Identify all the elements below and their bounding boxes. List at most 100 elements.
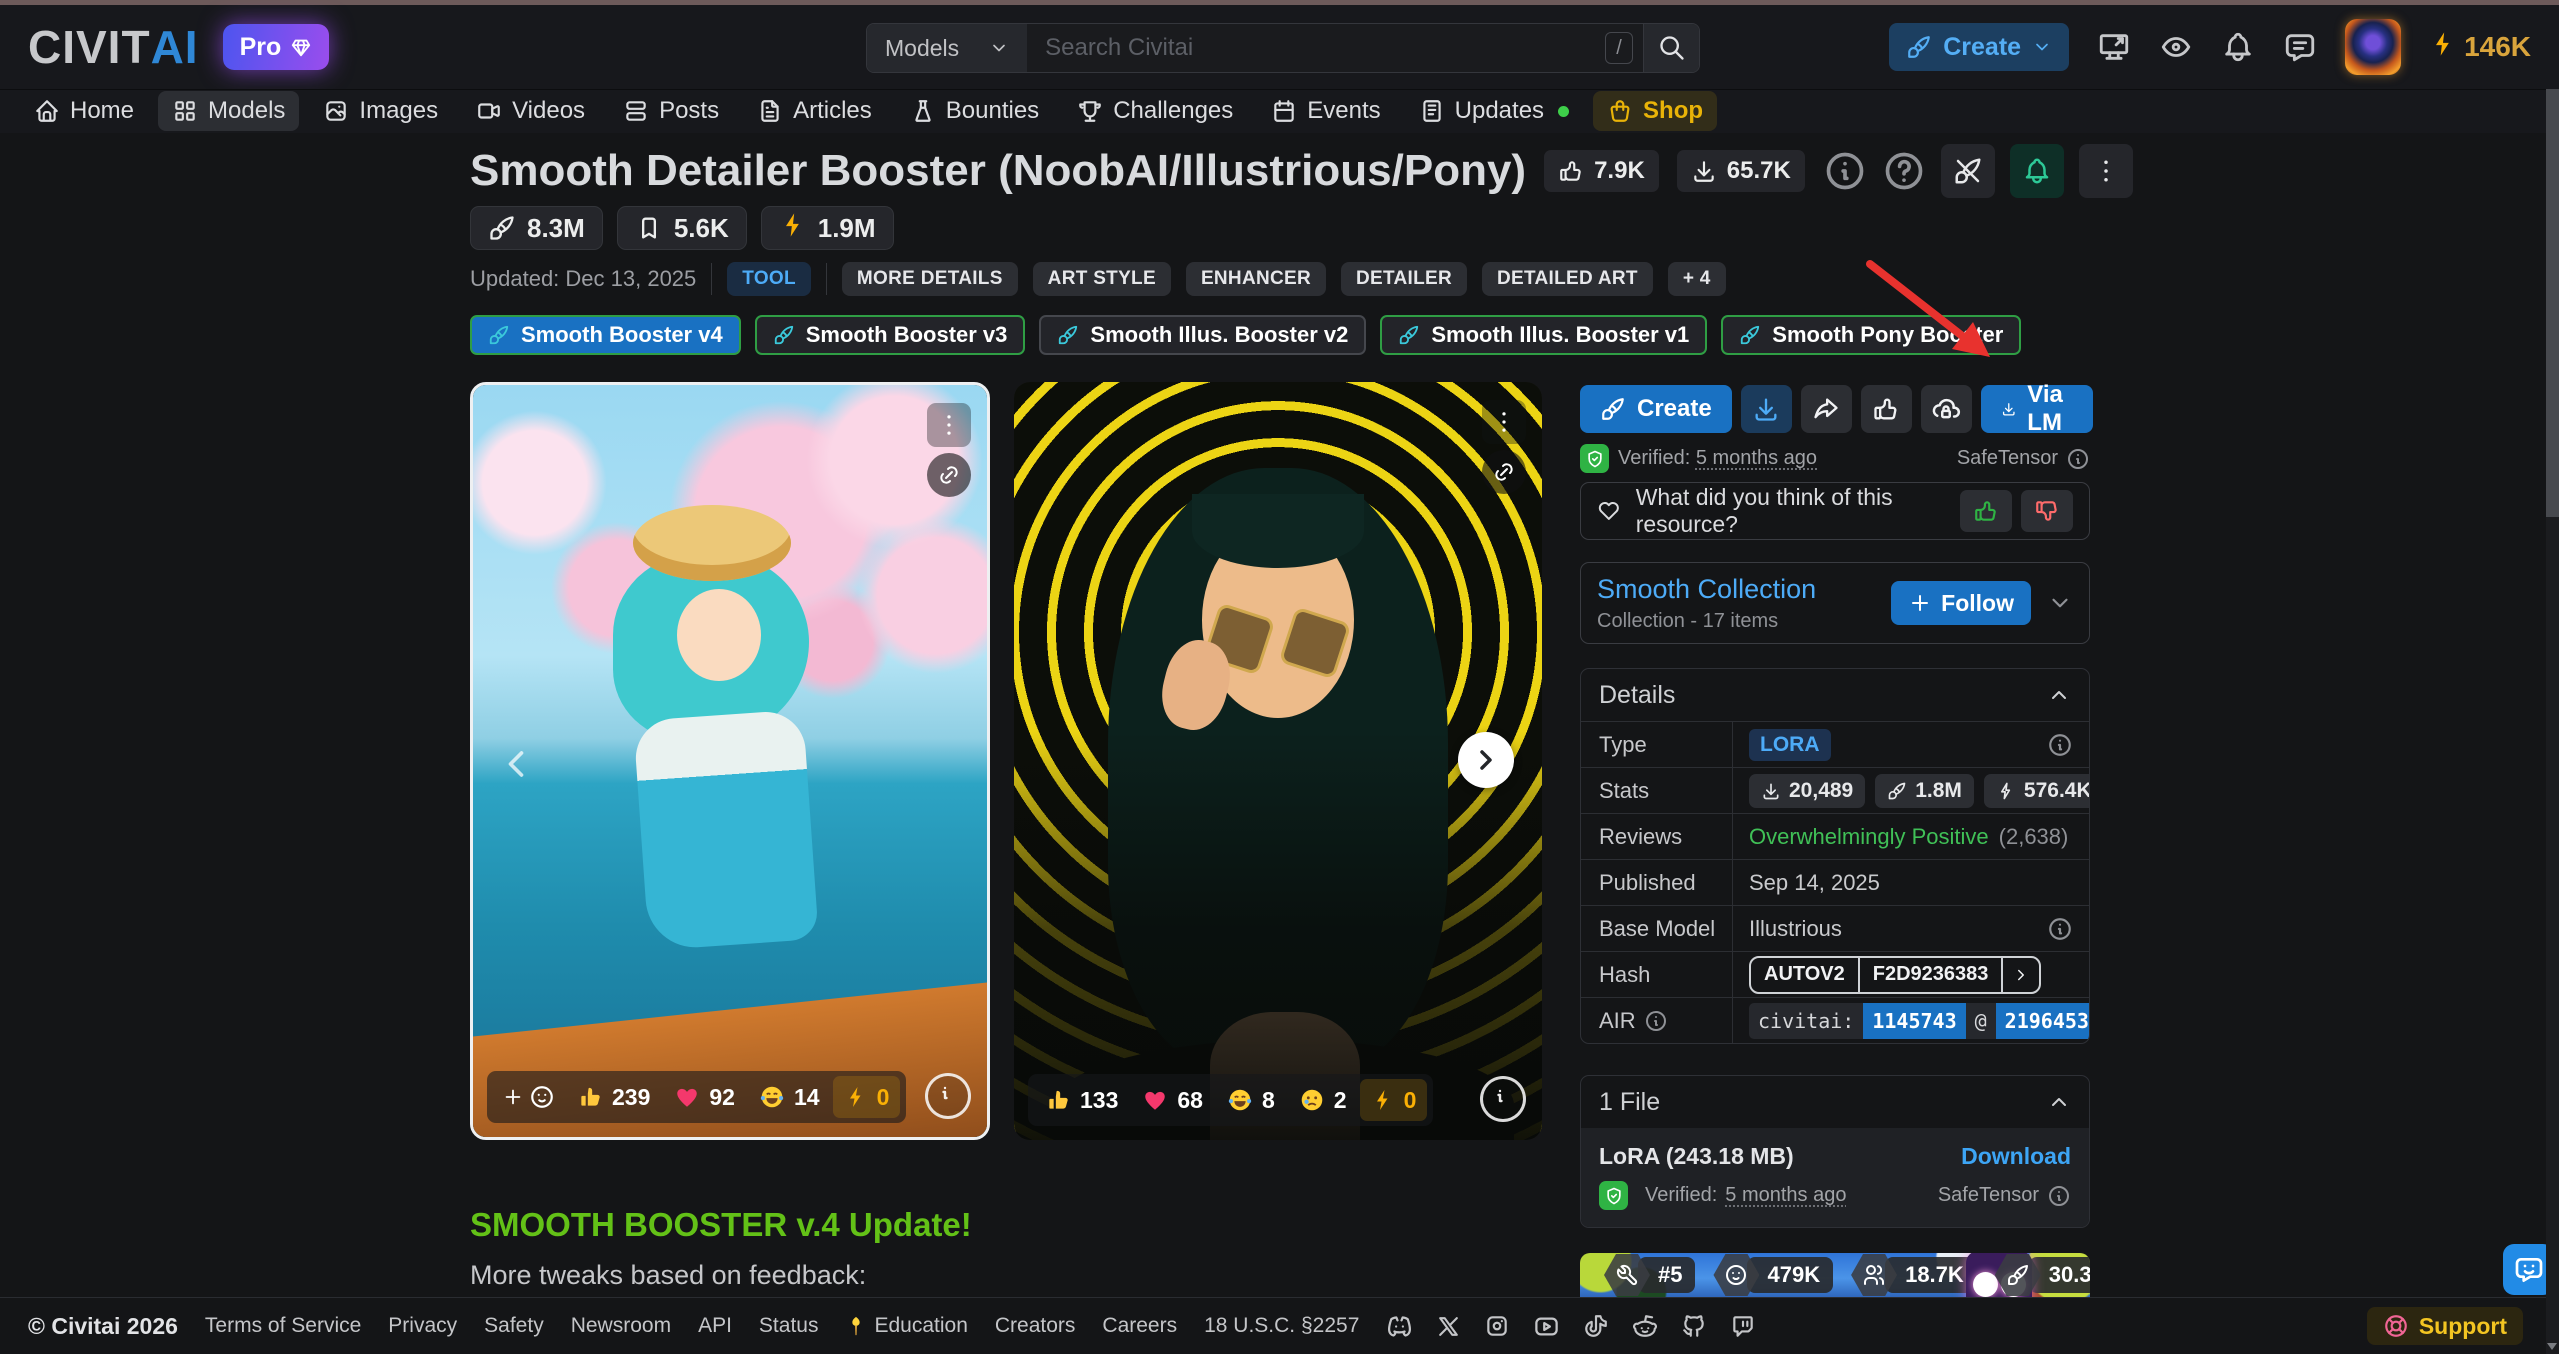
reviews-rating-link[interactable]: Overwhelmingly Positive [1749, 824, 1989, 850]
verified-time[interactable]: 5 months ago [1725, 1184, 1846, 1207]
collection-link[interactable]: Smooth Collection [1597, 574, 1816, 605]
more-options-button[interactable] [2079, 144, 2133, 198]
footer-link-api[interactable]: API [698, 1314, 732, 1338]
search-button[interactable] [1643, 24, 1699, 72]
bookmarks-stat[interactable]: 5.6K [617, 206, 747, 250]
chat-icon[interactable] [2283, 30, 2317, 64]
reaction-zap[interactable]: 0 [1360, 1079, 1428, 1121]
generation-toggle-button[interactable] [1941, 144, 1995, 198]
nav-item-challenges[interactable]: Challenges [1063, 91, 1247, 131]
discord-icon[interactable] [1386, 1313, 1413, 1340]
youtube-icon[interactable] [1533, 1313, 1560, 1340]
footer-link-careers[interactable]: Careers [1102, 1314, 1177, 1338]
tag[interactable]: DETAILED ART [1482, 262, 1653, 296]
collection-expand-button[interactable] [2047, 590, 2073, 616]
nav-item-home[interactable]: Home [20, 91, 148, 131]
scrollbar-down-arrow[interactable] [2547, 1343, 2557, 1350]
tag[interactable]: DETAILER [1341, 262, 1467, 296]
version-smooth-illus-booster-v2[interactable]: Smooth Illus. Booster v2 [1039, 315, 1366, 355]
info-circle-icon[interactable] [1644, 1009, 1668, 1033]
reaction-zap[interactable]: 0 [833, 1076, 901, 1118]
feedback-thumb-up-button[interactable] [1960, 490, 2012, 532]
help-circle-icon[interactable] [1882, 149, 1926, 193]
reaction-cry[interactable]: 2 [1288, 1079, 1358, 1121]
download-button[interactable] [1741, 385, 1792, 433]
creator-banner[interactable]: #5 479K 18.7K 30.3M [1580, 1253, 2090, 1299]
reaction-heart[interactable]: 92 [663, 1076, 746, 1118]
nav-item-images[interactable]: Images [309, 91, 452, 131]
hash-next-button[interactable] [2003, 958, 2039, 992]
x-icon[interactable] [1436, 1314, 1461, 1339]
create-with-model-button[interactable]: Create [1580, 385, 1732, 433]
footer-link-newsroom[interactable]: Newsroom [571, 1314, 671, 1338]
twitch-icon[interactable] [1730, 1313, 1756, 1339]
image-menu-button[interactable] [1482, 400, 1526, 444]
info-circle-icon[interactable] [1823, 149, 1867, 193]
nav-item-models[interactable]: Models [158, 91, 299, 131]
info-circle-icon[interactable] [2047, 1184, 2071, 1208]
notify-button[interactable] [2010, 144, 2064, 198]
share-button[interactable] [1801, 385, 1852, 433]
info-circle-icon[interactable] [2047, 916, 2073, 942]
nav-item-articles[interactable]: Articles [743, 91, 886, 131]
type-badge[interactable]: LORA [1749, 729, 1831, 761]
user-avatar[interactable] [2345, 19, 2401, 75]
add-reaction-button[interactable] [493, 1084, 564, 1110]
carousel-prev-button[interactable] [494, 742, 538, 786]
support-button[interactable]: Support [2367, 1307, 2523, 1345]
footer-link-terms[interactable]: Terms of Service [205, 1314, 361, 1338]
browsing-level-eye-icon[interactable] [2159, 30, 2193, 64]
version-smooth-booster-v4[interactable]: Smooth Booster v4 [470, 315, 741, 355]
buzz-balance[interactable]: 146K [2429, 30, 2531, 65]
github-icon[interactable] [1681, 1313, 1707, 1339]
footer-link-status[interactable]: Status [759, 1314, 819, 1338]
like-button[interactable] [1861, 385, 1912, 433]
nav-item-posts[interactable]: Posts [609, 91, 733, 131]
reaction-heart[interactable]: 68 [1131, 1079, 1214, 1121]
likes-badge[interactable]: 7.9K [1544, 150, 1659, 192]
footer-link-privacy[interactable]: Privacy [388, 1314, 457, 1338]
vault-button[interactable] [1921, 385, 1972, 433]
downloads-badge[interactable]: 65.7K [1677, 150, 1805, 192]
energy-stat[interactable]: 1.9M [761, 206, 894, 250]
nav-item-bounties[interactable]: Bounties [896, 91, 1053, 131]
tag[interactable]: ENHANCER [1186, 262, 1326, 296]
image-menu-button[interactable] [927, 403, 971, 447]
tag-tool[interactable]: TOOL [727, 262, 811, 296]
details-header[interactable]: Details [1581, 669, 2089, 721]
via-lm-button[interactable]: Via LM [1981, 385, 2094, 433]
search-input[interactable] [1027, 24, 1605, 72]
reaction-laugh[interactable]: 14 [748, 1076, 831, 1118]
header-create-button[interactable]: Create [1889, 23, 2069, 71]
reaction-laugh[interactable]: 8 [1216, 1079, 1286, 1121]
file-header[interactable]: 1 File [1581, 1076, 2089, 1128]
footer-link-2257[interactable]: 18 U.S.C. §2257 [1204, 1314, 1359, 1338]
notifications-bell-icon[interactable] [2221, 30, 2255, 64]
info-circle-icon[interactable] [2066, 447, 2090, 471]
feedback-thumb-down-button[interactable] [2021, 490, 2073, 532]
search-category-select[interactable]: Models [867, 24, 1027, 72]
version-smooth-pony-booster[interactable]: Smooth Pony Booster [1721, 315, 2021, 355]
pro-badge[interactable]: Pro [223, 24, 330, 70]
image-info-button[interactable] [1480, 1076, 1526, 1122]
tag[interactable]: ART STYLE [1033, 262, 1171, 296]
footer-link-safety[interactable]: Safety [484, 1314, 544, 1338]
civitai-logo[interactable]: CIVITAI [28, 20, 199, 74]
version-smooth-illus-booster-v1[interactable]: Smooth Illus. Booster v1 [1380, 315, 1707, 355]
nav-item-shop[interactable]: Shop [1593, 91, 1717, 131]
footer-link-creators[interactable]: Creators [995, 1314, 1076, 1338]
image-info-button[interactable] [925, 1073, 971, 1119]
screen-share-icon[interactable] [2097, 30, 2131, 64]
scrollbar-thumb[interactable] [2546, 89, 2559, 517]
footer-link-education[interactable]: Education [845, 1314, 967, 1338]
tags-more-button[interactable]: + 4 [1668, 262, 1726, 296]
version-smooth-booster-v3[interactable]: Smooth Booster v3 [755, 315, 1026, 355]
gallery-card-1[interactable]: 239 92 14 0 [470, 382, 990, 1140]
reddit-icon[interactable] [1632, 1313, 1658, 1339]
image-resource-link-button[interactable] [927, 453, 971, 497]
tag[interactable]: MORE DETAILS [842, 262, 1018, 296]
carousel-next-button[interactable] [1458, 732, 1514, 788]
air-identifier[interactable]: civitai: 1145743 @ 2196453 [1749, 1003, 2090, 1039]
reaction-thumb[interactable]: 239 [566, 1076, 661, 1118]
tiktok-icon[interactable] [1583, 1313, 1609, 1339]
